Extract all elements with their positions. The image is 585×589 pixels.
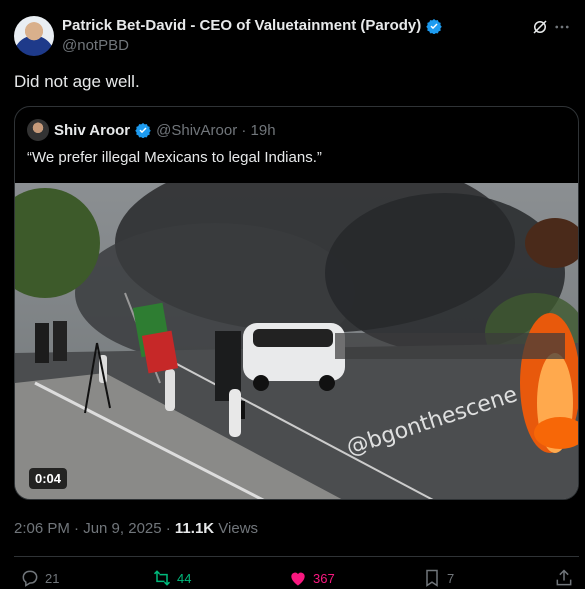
author-display-name[interactable]: Patrick Bet-David - CEO of Valuetainment… [62,17,421,34]
quoted-post-header: Shiv Aroor @ShivAroor · 19h [27,119,276,141]
author-handle[interactable]: @notPBD [62,37,129,54]
more-icon[interactable] [553,18,571,36]
divider [14,556,579,557]
video-frame [15,183,578,499]
quoted-post[interactable]: Shiv Aroor @ShivAroor · 19h “We prefer i… [14,106,579,500]
post-header: Patrick Bet-David - CEO of Valuetainment… [14,14,571,58]
bookmark-count: 7 [447,570,455,586]
quoted-post-text: “We prefer illegal Mexicans to legal Ind… [27,149,322,166]
author-avatar[interactable] [14,16,54,56]
post-time-date[interactable]: 2:06 PM · Jun 9, 2025 · [14,520,175,537]
grok-icon[interactable] [531,18,549,36]
like-button[interactable]: 367 [288,568,335,588]
views-count: 11.1K [174,520,215,537]
repost-icon [153,570,171,586]
like-count: 367 [313,570,335,586]
action-bar: 21 44 367 7 [14,568,579,588]
verified-badge-icon [135,123,151,138]
reply-button[interactable]: 21 [20,568,59,588]
video-player[interactable]: @bgonthescene 0:04 [15,183,578,499]
views-label: Views [214,520,259,537]
author-name-row: Patrick Bet-David - CEO of Valuetainment… [62,17,442,34]
post-text: Did not age well. [14,72,140,91]
reply-count: 21 [45,570,60,586]
share-icon [556,569,572,586]
post-timestamp: 2:06 PM · Jun 9, 2025 · 11.1K Views [14,520,258,537]
quoted-author-avatar [27,119,49,141]
repost-count: 44 [177,570,192,586]
quoted-author-name: Shiv Aroor [54,121,131,139]
share-button[interactable] [554,568,574,588]
quoted-author-handle-time: @ShivAroor · 19h [156,121,276,139]
bookmark-icon [426,569,438,587]
bookmark-button[interactable]: 7 [422,568,454,588]
heart-icon [291,572,305,586]
verified-badge-icon[interactable] [426,18,442,34]
reply-icon [22,570,38,587]
video-duration: 0:04 [29,468,68,489]
repost-button[interactable]: 44 [152,568,191,588]
